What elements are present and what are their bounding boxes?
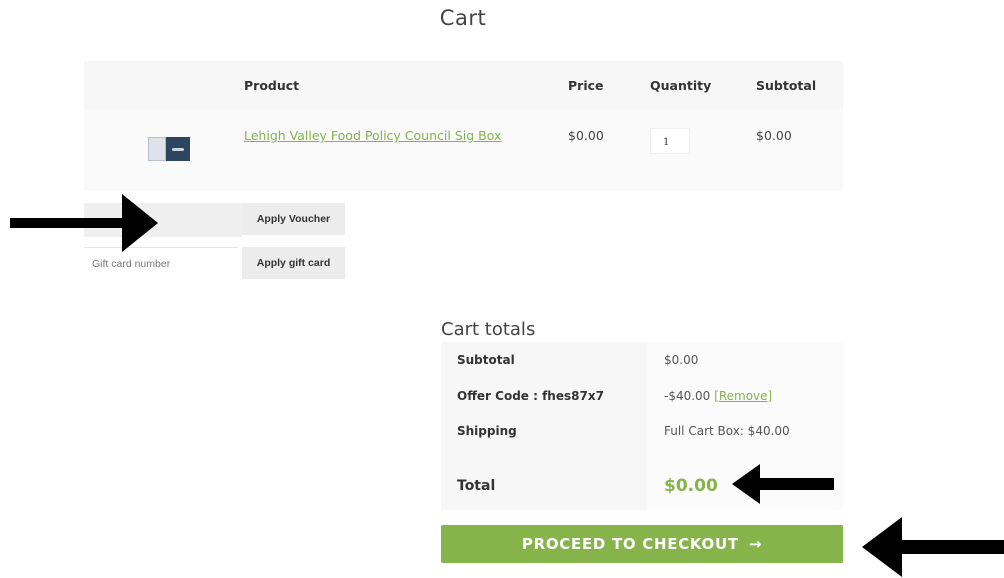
shipping-label: Shipping	[457, 424, 517, 438]
column-header-product: Product	[244, 78, 300, 93]
column-header-subtotal: Subtotal	[756, 78, 817, 93]
page-title: Cart	[439, 6, 487, 30]
apply-gift-card-button[interactable]: Apply gift card	[242, 247, 345, 279]
product-thumbnail[interactable]	[148, 137, 190, 161]
subtotal-value: $0.00	[664, 353, 699, 367]
column-header-quantity: Quantity	[650, 78, 712, 93]
subtotal-label: Subtotal	[457, 353, 515, 367]
offer-code-label: Offer Code : fhes87x7	[457, 389, 604, 403]
quantity-input[interactable]: 1	[650, 128, 690, 154]
proceed-to-checkout-button[interactable]: PROCEED TO CHECKOUT →	[441, 525, 843, 563]
product-box-front	[148, 137, 166, 161]
apply-voucher-button[interactable]: Apply Voucher	[242, 203, 345, 235]
product-link[interactable]: Lehigh Valley Food Policy Council Sig Bo…	[244, 128, 501, 143]
shipping-value: Full Cart Box: $40.00	[664, 424, 790, 438]
annotation-arrow-icon	[10, 194, 158, 252]
annotation-arrow-icon	[862, 517, 1004, 577]
product-box-side	[166, 137, 190, 161]
totals-row-subtotal: Subtotal $0.00	[441, 342, 843, 378]
total-value: $0.00	[664, 476, 718, 496]
totals-row-offer: Offer Code : fhes87x7 -$40.00 [Remove]	[441, 378, 843, 414]
offer-code-value: -$40.00 [Remove]	[664, 389, 772, 403]
cart-totals-title: Cart totals	[441, 319, 536, 340]
right-arrow-icon: →	[748, 535, 763, 553]
column-header-price: Price	[568, 78, 604, 93]
offer-discount: -$40.00	[664, 389, 711, 403]
remove-offer-link[interactable]: [Remove]	[714, 389, 772, 403]
checkout-label: PROCEED TO CHECKOUT	[521, 535, 739, 553]
product-subtotal: $0.00	[756, 128, 792, 143]
total-label: Total	[457, 478, 496, 494]
table-row	[84, 110, 843, 191]
annotation-arrow-icon	[732, 464, 834, 504]
product-price: $0.00	[568, 128, 604, 143]
totals-row-shipping: Shipping Full Cart Box: $40.00	[441, 414, 843, 460]
